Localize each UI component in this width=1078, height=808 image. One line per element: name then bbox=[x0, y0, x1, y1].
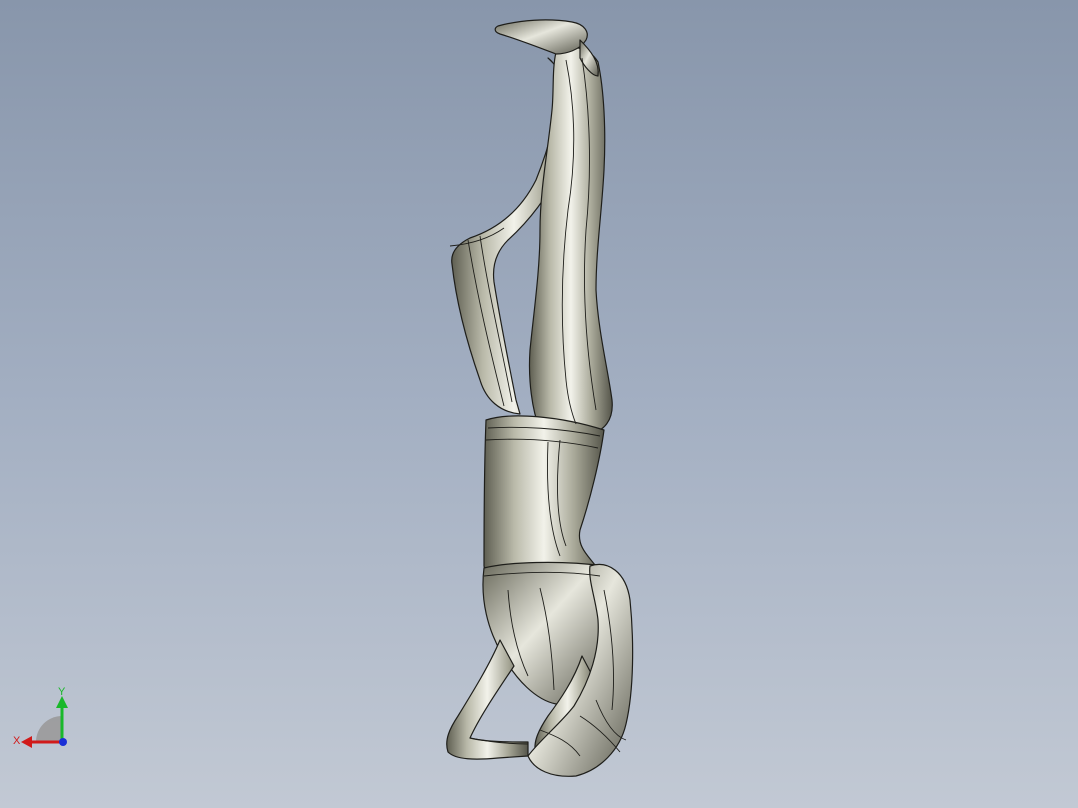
graphics-viewport[interactable]: Y X bbox=[0, 0, 1078, 808]
3d-model-figure[interactable] bbox=[0, 0, 1078, 808]
z-axis bbox=[59, 738, 67, 746]
x-axis-label: X bbox=[13, 735, 21, 747]
right-leg bbox=[528, 46, 613, 435]
orientation-triad: Y X bbox=[13, 686, 68, 748]
y-axis-label: Y bbox=[58, 686, 66, 698]
triad-plane bbox=[36, 716, 62, 742]
feet bbox=[494, 19, 588, 55]
x-axis-arrow bbox=[21, 736, 32, 748]
